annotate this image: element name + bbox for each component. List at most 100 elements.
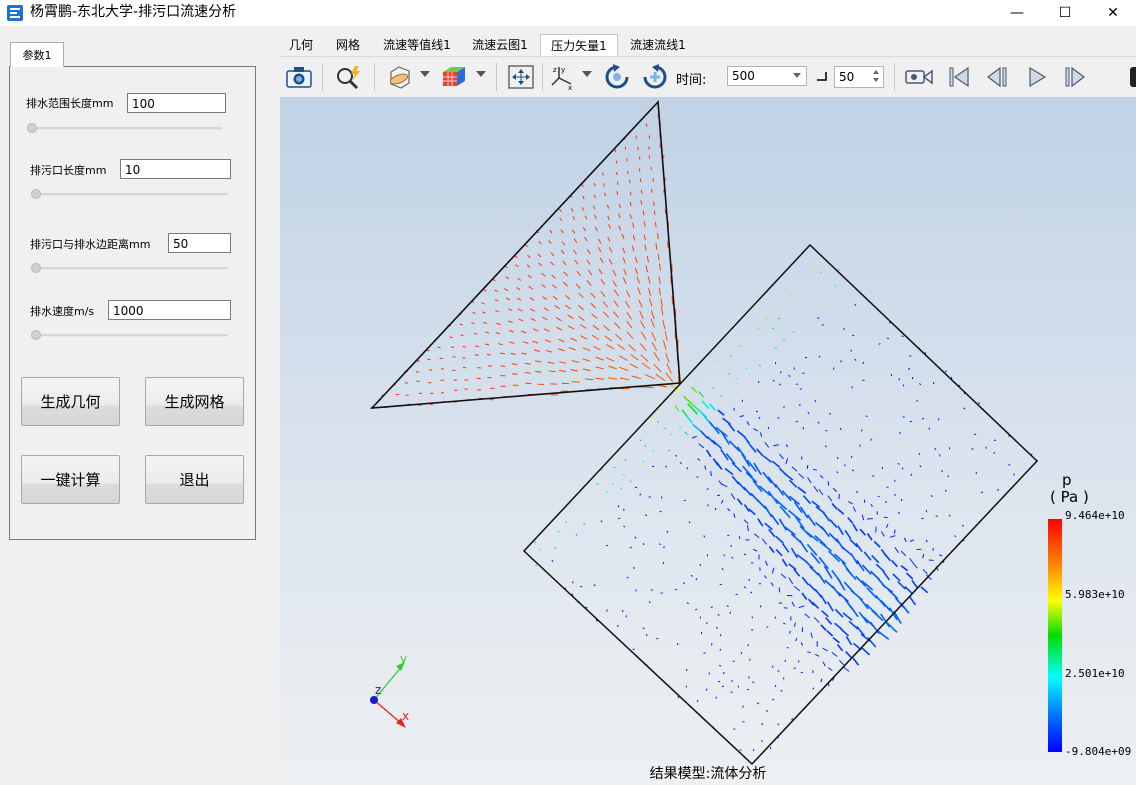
video-record-icon[interactable]: [902, 62, 936, 92]
param-label-outlet-distance: 排污口与排水边距离mm: [30, 238, 151, 251]
outlet-length-input[interactable]: 10: [120, 159, 231, 179]
pressure-vector-arrow: [558, 361, 567, 364]
pressure-vector-arrow: [581, 183, 584, 188]
pressure-vector-arrow: [640, 200, 643, 205]
pressure-vector-arrow: [538, 262, 543, 267]
pressure-vector-arrow: [748, 443, 757, 453]
pressure-vector-arrow: [870, 438, 872, 441]
outlet-length-slider-thumb[interactable]: [31, 189, 41, 199]
tab-velocity-contour[interactable]: 流速等值线1: [376, 34, 458, 56]
tab-mesh[interactable]: 网格: [324, 34, 372, 56]
pressure-vector-arrow: [582, 226, 586, 232]
outlet-distance-slider-thumb[interactable]: [31, 263, 41, 273]
render-viewport[interactable]: y z x p ( Pa ) 9.464e+10 5.983e+10 2.501…: [280, 97, 1136, 785]
pressure-vector-arrow: [580, 335, 588, 340]
pressure-vector-arrow: [581, 207, 585, 211]
last-frame-icon[interactable]: [1130, 67, 1136, 87]
tab-geometry[interactable]: 几何: [280, 34, 322, 56]
pressure-vector-arrow: [867, 518, 873, 520]
spin-up-icon[interactable]: [873, 70, 879, 74]
generate-mesh-button[interactable]: 生成网格: [145, 377, 244, 426]
step-spinbox[interactable]: 50: [834, 66, 884, 88]
pressure-vector-arrow: [595, 356, 604, 361]
clip-dropdown-arrow-icon[interactable]: [420, 71, 430, 77]
tab-velocity-cloud[interactable]: 流速云图1: [464, 34, 536, 56]
pressure-vector-arrow: [785, 444, 788, 448]
outlet-distance-slider-track[interactable]: [32, 267, 228, 270]
axes-orientation-icon[interactable]: yz x: [548, 62, 578, 92]
svg-text:y: y: [561, 66, 565, 74]
pressure-vector-arrow: [675, 588, 678, 591]
pressure-vector-arrow: [590, 292, 596, 299]
range-length-slider-track[interactable]: [28, 127, 222, 130]
generate-geometry-button[interactable]: 生成几何: [21, 377, 120, 426]
range-length-slider-thumb[interactable]: [27, 123, 37, 133]
close-button[interactable]: ✕: [1090, 0, 1136, 26]
rotate-cw-icon[interactable]: [640, 62, 670, 92]
play-icon[interactable]: [1022, 62, 1052, 92]
pressure-vector-arrow: [688, 521, 691, 524]
pressure-vector-arrow: [475, 345, 480, 348]
pressure-vector-arrow: [919, 465, 922, 468]
fit-view-icon[interactable]: [506, 62, 536, 92]
pressure-vector-arrow: [799, 540, 809, 553]
pressure-vector-arrow: [703, 535, 706, 538]
minimize-button[interactable]: —: [994, 0, 1040, 26]
pressure-vector-arrow: [485, 331, 490, 334]
pressure-vector-arrow: [516, 286, 521, 291]
pressure-vector-arrow: [791, 601, 796, 607]
pressure-vector-arrow: [605, 544, 609, 547]
pressure-vector-arrow: [594, 226, 598, 232]
pressure-vector-arrow: [859, 528, 867, 536]
camera-icon[interactable]: [284, 62, 314, 92]
pressure-vector-arrow: [842, 612, 853, 621]
tab-params[interactable]: 参数1: [10, 42, 64, 67]
pressure-vector-arrow: [640, 354, 649, 362]
clip-plane-icon[interactable]: [384, 62, 414, 92]
pressure-vector-arrow: [607, 215, 610, 221]
color-dropdown-arrow-icon[interactable]: [476, 71, 486, 77]
axes-dropdown-arrow-icon[interactable]: [582, 71, 592, 77]
pressure-vector-arrow: [794, 515, 805, 530]
pressure-vector-arrow: [591, 334, 600, 340]
pressure-vector-arrow: [600, 520, 603, 523]
flow-speed-slider-track[interactable]: [32, 334, 228, 337]
pressure-vector-arrow: [855, 575, 867, 588]
pressure-vector-arrow: [484, 343, 490, 346]
pressure-vector-arrow: [615, 171, 618, 176]
pressure-vector-arrow: [648, 288, 652, 296]
tab-pressure-vector[interactable]: 压力矢量1: [540, 34, 618, 56]
flow-speed-input[interactable]: 1000: [108, 300, 231, 320]
outlet-length-slider-track[interactable]: [32, 193, 228, 196]
previous-frame-icon[interactable]: [982, 62, 1012, 92]
pressure-vector-arrow: [733, 728, 736, 730]
pressure-vector-arrow: [822, 647, 828, 652]
one-click-compute-button[interactable]: 一键计算: [21, 455, 120, 504]
time-select[interactable]: 500: [727, 66, 807, 86]
first-frame-icon[interactable]: [944, 62, 974, 92]
exit-button[interactable]: 退出: [145, 455, 244, 504]
pressure-vector-arrow: [638, 168, 641, 172]
tab-velocity-streamline[interactable]: 流速流线1: [622, 34, 694, 56]
maximize-button[interactable]: ☐: [1042, 0, 1088, 26]
pressure-vector-arrow: [719, 634, 722, 637]
pressure-vector-arrow: [759, 432, 763, 437]
color-cube-icon[interactable]: [438, 62, 468, 92]
pressure-vector-arrow: [944, 489, 947, 492]
pressure-vector-arrow: [743, 519, 749, 524]
pressure-vector-arrow: [736, 498, 743, 506]
pressure-vector-arrow: [603, 183, 606, 187]
spin-down-icon[interactable]: [873, 78, 879, 82]
next-frame-icon[interactable]: [1060, 62, 1090, 92]
pressure-vector-arrow: [472, 311, 476, 314]
flow-speed-slider-thumb[interactable]: [31, 330, 41, 340]
pressure-vector-arrow: [533, 349, 540, 352]
magnify-query-icon[interactable]: [334, 62, 364, 92]
range-length-input[interactable]: 100: [127, 93, 226, 113]
pressure-vector-arrow: [771, 327, 774, 330]
rotate-ccw-icon[interactable]: [602, 62, 632, 92]
pressure-vector-arrow: [935, 515, 938, 517]
pressure-vector-arrow: [812, 468, 818, 471]
pressure-vector-arrow: [719, 665, 722, 667]
outlet-distance-input[interactable]: 50: [168, 233, 231, 253]
